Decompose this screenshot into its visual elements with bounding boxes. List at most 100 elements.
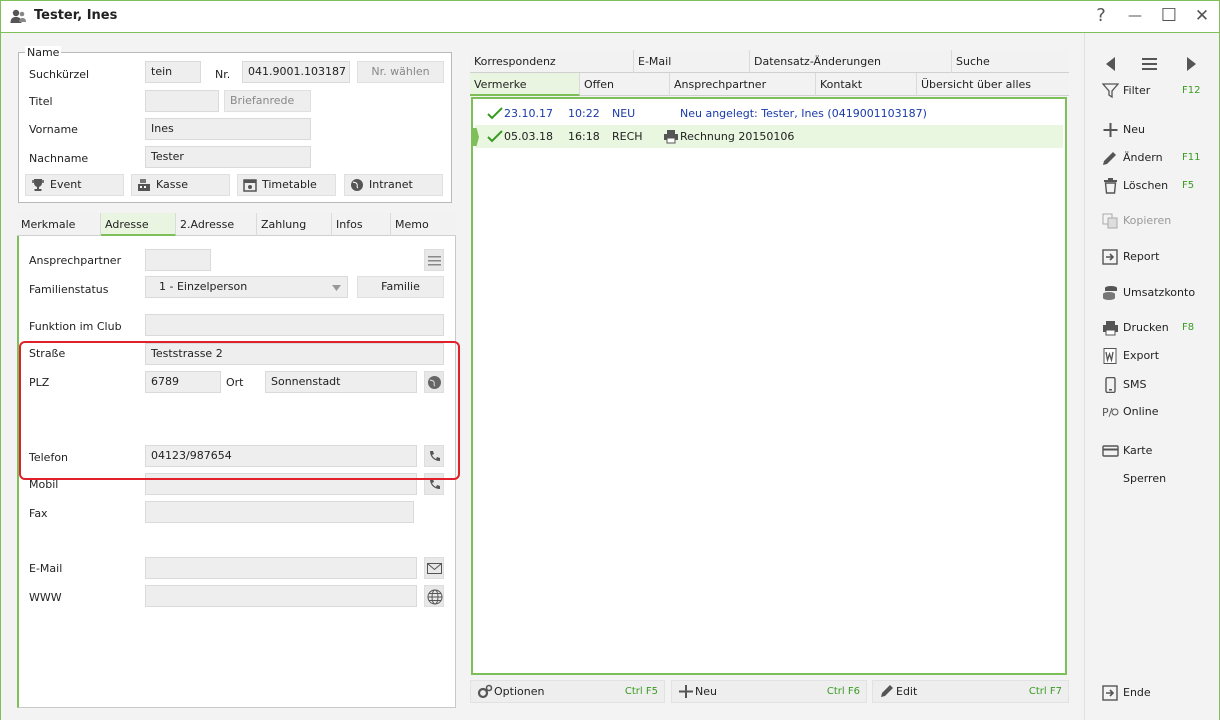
karte-label: Karte <box>1123 444 1153 457</box>
sms-button[interactable]: SMS <box>1102 375 1202 395</box>
tab-korrespondenz[interactable]: Korrespondenz <box>470 50 634 73</box>
send-email-button[interactable] <box>424 557 444 579</box>
menu-button[interactable] <box>424 249 444 271</box>
titel-field[interactable] <box>145 90 219 112</box>
title-bar: Tester, Ines ? — ☐ ✕ <box>1 1 1219 32</box>
neu-entry-shortcut: Ctrl F6 <box>826 686 860 697</box>
entry-time: 10:22 <box>568 107 600 120</box>
intranet-button[interactable]: Intranet <box>344 174 443 196</box>
printer-icon <box>1103 321 1118 336</box>
nachname-field[interactable]: Tester <box>145 146 311 168</box>
left-tabbar: Merkmale Adresse 2.Adresse Zahlung Infos… <box>17 213 456 236</box>
svg-text:P/: P/ <box>1102 406 1113 419</box>
neu-entry-button[interactable]: Neu Ctrl F6 <box>671 680 867 703</box>
kasse-button-label: Kasse <box>156 178 188 191</box>
kasse-button[interactable]: Kasse <box>131 174 230 196</box>
intranet-button-label: Intranet <box>369 178 413 191</box>
www-label: WWW <box>29 591 62 604</box>
aendern-shortcut: F11 <box>1182 152 1201 163</box>
funktion-field[interactable] <box>145 314 444 336</box>
neu-entry-label: Neu <box>695 685 717 698</box>
filter-button[interactable]: Filter F12 <box>1102 81 1202 101</box>
list-item[interactable]: 05.03.18 16:18 RECH Rechnung 20150106 <box>473 125 1063 148</box>
tab-email[interactable]: E-Mail <box>634 50 750 73</box>
tab-memo[interactable]: Memo <box>391 213 456 236</box>
filter-shortcut: F12 <box>1182 85 1201 96</box>
karte-button[interactable]: Karte <box>1102 441 1202 461</box>
export-label: Export <box>1123 349 1160 362</box>
optionen-button[interactable]: Optionen Ctrl F5 <box>470 680 665 703</box>
list-menu-icon[interactable] <box>1142 58 1157 70</box>
vorname-label: Vorname <box>29 123 78 136</box>
familie-button[interactable]: Familie <box>357 276 444 298</box>
suchkuerzel-field[interactable]: tein <box>145 61 201 83</box>
tab-vermerke[interactable]: Vermerke <box>470 73 580 96</box>
globe-icon <box>351 179 363 191</box>
filter-label: Filter <box>1123 84 1151 97</box>
chevron-down-icon <box>332 285 341 291</box>
ansprechpartner-label: Ansprechpartner <box>29 254 122 267</box>
nr-waehlen-button[interactable]: Nr. wählen <box>357 61 444 83</box>
vorname-field[interactable]: Ines <box>145 118 311 140</box>
copy-icon <box>1102 213 1118 229</box>
tab-zahlung[interactable]: Zahlung <box>257 213 332 236</box>
tab-merkmale[interactable]: Merkmale <box>17 213 101 236</box>
name-legend: Name <box>25 46 62 59</box>
familienstatus-label: Familienstatus <box>29 283 109 296</box>
globe-icon <box>427 589 443 605</box>
entry-text: Rechnung 20150106 <box>680 130 795 143</box>
close-button[interactable]: ✕ <box>1189 5 1215 27</box>
kopieren-button[interactable]: Kopieren <box>1102 211 1202 231</box>
tab-datensatz-aenderungen[interactable]: Datensatz-Änderungen <box>750 50 952 73</box>
tab-offen[interactable]: Offen <box>580 73 670 96</box>
hamburger-icon <box>428 256 441 266</box>
neu-button[interactable]: Neu <box>1102 120 1202 140</box>
timetable-button[interactable]: Timetable <box>237 174 336 196</box>
trash-icon <box>1104 178 1117 194</box>
vermerke-list[interactable]: 23.10.17 10:22 NEU Neu angelegt: Tester,… <box>471 97 1067 675</box>
umsatzkonto-button[interactable]: Umsatzkonto <box>1102 283 1202 303</box>
maximize-button[interactable]: ☐ <box>1156 5 1182 27</box>
tab-infos[interactable]: Infos <box>332 213 391 236</box>
tab-ansprechpartner[interactable]: Ansprechpartner <box>670 73 816 96</box>
loeschen-button[interactable]: Löschen F5 <box>1102 176 1202 196</box>
neu-label: Neu <box>1123 123 1145 136</box>
minimize-button[interactable]: — <box>1122 5 1148 27</box>
report-label: Report <box>1123 250 1160 263</box>
ende-button[interactable]: Ende <box>1102 683 1202 703</box>
www-field[interactable] <box>145 585 417 607</box>
list-item[interactable]: 23.10.17 10:22 NEU Neu angelegt: Tester,… <box>475 102 1063 125</box>
briefanrede-button[interactable]: Briefanrede <box>224 90 311 112</box>
tab-kontakt[interactable]: Kontakt <box>816 73 917 96</box>
open-www-button[interactable] <box>424 585 444 607</box>
sperren-button[interactable]: Sperren <box>1102 469 1202 489</box>
online-button[interactable]: P/ Online <box>1102 402 1202 422</box>
event-button[interactable]: Event <box>25 174 124 196</box>
report-button[interactable]: Report <box>1102 247 1202 267</box>
ansprechpartner-field[interactable] <box>145 249 211 271</box>
umsatzkonto-label: Umsatzkonto <box>1123 286 1196 299</box>
help-button[interactable]: ? <box>1088 5 1114 27</box>
checkmark-icon <box>487 107 503 120</box>
edit-entry-button[interactable]: Edit Ctrl F7 <box>872 680 1069 703</box>
pencil-icon <box>1103 152 1116 165</box>
tab-2-adresse[interactable]: 2.Adresse <box>176 213 257 236</box>
online-label: Online <box>1123 405 1159 418</box>
tab-suche[interactable]: Suche <box>952 50 1069 73</box>
drucken-button[interactable]: Drucken F8 <box>1102 318 1202 338</box>
fax-field[interactable] <box>145 501 414 523</box>
right-tabbar-bottom: Vermerke Offen Ansprechpartner Kontakt Ü… <box>470 73 1069 96</box>
email-label: E-Mail <box>29 562 63 575</box>
tab-uebersicht[interactable]: Übersicht über alles <box>917 73 1069 96</box>
ende-label: Ende <box>1123 686 1151 699</box>
email-field[interactable] <box>145 557 417 579</box>
previous-record-icon[interactable] <box>1105 57 1117 71</box>
aendern-button[interactable]: Ändern F11 <box>1102 148 1202 168</box>
export-button[interactable]: Export <box>1102 346 1202 366</box>
familienstatus-select[interactable]: 1 - Einzelperson <box>145 276 348 298</box>
nr-field[interactable]: 041.9001.103187 <box>242 61 350 83</box>
plus-icon <box>679 685 693 698</box>
next-record-icon[interactable] <box>1185 57 1197 71</box>
tab-adresse[interactable]: Adresse <box>101 213 176 236</box>
exit-icon <box>1102 685 1118 701</box>
